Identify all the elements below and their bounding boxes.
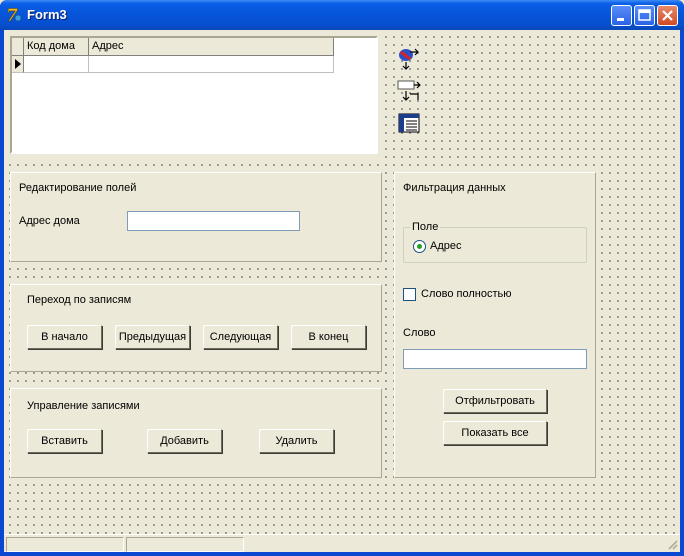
grid-cell-adres[interactable]	[89, 56, 334, 73]
status-bar	[4, 534, 680, 552]
minimize-icon	[617, 18, 624, 21]
grid-panel: Код дома Адрес	[8, 34, 382, 158]
row-indicator	[12, 56, 24, 73]
address-input[interactable]	[127, 211, 300, 231]
data-grid[interactable]: Код дома Адрес	[10, 36, 378, 154]
db-navigator-grid-button[interactable]	[396, 110, 422, 136]
show-all-button[interactable]: Показать все	[443, 421, 547, 445]
navigation-panel-title: Переход по записям	[27, 294, 132, 306]
insert-record-button[interactable]: Вставить	[27, 429, 102, 453]
edit-fields-panel: Редактирование полей Адрес дома	[10, 172, 382, 262]
grid-corner	[12, 38, 24, 56]
title-bar[interactable]: 7 Form3	[0, 0, 684, 30]
delete-record-button[interactable]: Удалить	[259, 429, 334, 453]
minimize-button[interactable]	[611, 5, 632, 26]
window-frame-right	[680, 30, 684, 556]
address-field-radio[interactable]	[413, 240, 426, 253]
record-navigation-panel: Переход по записям В начало Предыдущая С…	[10, 284, 382, 372]
first-record-button[interactable]: В начало	[27, 325, 102, 349]
close-icon	[662, 10, 673, 21]
form-client-area: Код дома Адрес Редактирование полей Адре…	[4, 30, 680, 552]
field-groupbox: Поле Адрес	[403, 221, 587, 263]
delphi-app-icon: 7	[6, 6, 22, 24]
db-connect-icon	[399, 48, 419, 70]
management-panel-title: Управление записями	[27, 400, 140, 412]
db-navigator-refresh-button[interactable]	[396, 46, 422, 72]
table-transfer-icon	[397, 80, 421, 101]
db-navigator-transfer-button[interactable]	[396, 78, 422, 104]
filter-button[interactable]: Отфильтровать	[443, 389, 547, 413]
last-record-button[interactable]: В конец	[291, 325, 366, 349]
word-input[interactable]	[403, 349, 587, 369]
current-row-arrow-icon	[15, 59, 21, 69]
status-panel-1	[6, 537, 124, 552]
status-panel-2	[126, 537, 244, 552]
grid-header-adres[interactable]: Адрес	[89, 38, 334, 56]
address-label: Адрес дома	[19, 215, 80, 227]
word-label: Слово	[403, 327, 436, 339]
window-frame-bottom	[0, 552, 684, 556]
previous-record-button[interactable]: Предыдущая	[115, 325, 190, 349]
address-field-radio-label[interactable]: Адрес	[430, 240, 462, 252]
close-button[interactable]	[657, 5, 678, 26]
whole-word-checkbox[interactable]	[403, 288, 416, 301]
whole-word-label[interactable]: Слово полностью	[421, 288, 511, 300]
grid-header-kod[interactable]: Код дома	[24, 38, 89, 56]
grid-cell-kod[interactable]	[24, 56, 89, 73]
data-table-icon	[398, 113, 420, 133]
maximize-button[interactable]	[634, 5, 655, 26]
svg-text:7: 7	[6, 6, 18, 24]
data-filter-panel: Фильтрация данных Поле Адрес Слово полно…	[394, 172, 596, 478]
next-record-button[interactable]: Следующая	[203, 325, 278, 349]
edit-panel-title: Редактирование полей	[19, 182, 137, 194]
maximize-icon	[638, 9, 651, 21]
record-management-panel: Управление записями Вставить Добавить Уд…	[10, 388, 382, 478]
filter-panel-title: Фильтрация данных	[403, 182, 506, 194]
resize-grip-icon[interactable]	[666, 538, 678, 550]
field-groupbox-title: Поле	[410, 221, 441, 233]
add-record-button[interactable]: Добавить	[147, 429, 222, 453]
radio-selected-dot	[417, 244, 422, 249]
window-title: Form3	[27, 7, 67, 22]
